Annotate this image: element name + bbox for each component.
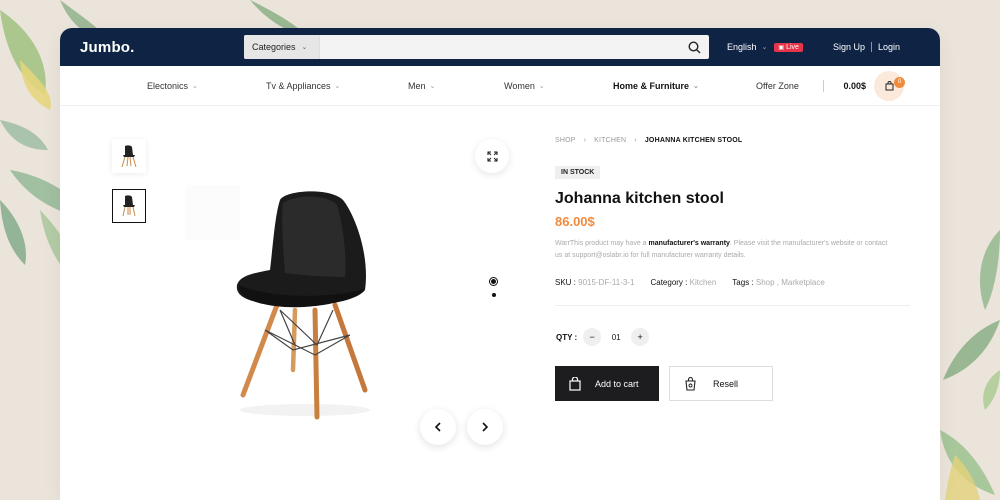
carousel-dot-active[interactable] (489, 277, 498, 286)
category-value[interactable]: Kitchen (690, 278, 717, 287)
chevron-down-icon: ⌄ (334, 82, 341, 90)
quantity-stepper: QTY : − 01 + (556, 328, 650, 346)
breadcrumb-item-shop[interactable]: SHOP (555, 137, 576, 144)
arrow-left-icon (434, 422, 441, 432)
chair-thumbnail-image (121, 145, 137, 168)
tags-value[interactable]: Shop , Marketplace (756, 278, 825, 287)
chevron-down-icon: ⌄ (761, 44, 768, 51)
breadcrumb-item-kitchen[interactable]: KITCHEN (594, 137, 626, 144)
signup-link[interactable]: Sign Up (833, 42, 865, 52)
nav-item-label: Tv & Appliances (266, 80, 331, 91)
product-thumbnail-1[interactable] (112, 139, 146, 173)
nav-item-label: Offer Zone (756, 80, 799, 91)
nav-item-label: Electonics (147, 80, 189, 91)
divider (555, 305, 910, 306)
live-badge-label: Live (786, 43, 799, 51)
resell-label: Resell (713, 378, 739, 389)
search-bar: Categories ⌄ (244, 35, 709, 59)
prev-image-button[interactable] (420, 409, 456, 445)
warranty-link[interactable]: manufacturer's warranty (649, 240, 730, 247)
expand-icon (486, 150, 498, 162)
top-right-links: English ⌄ ▣ Live Sign Up Login (727, 42, 900, 52)
next-image-button[interactable] (467, 409, 503, 445)
warranty-text-pre: WarrThis product may have a (555, 240, 649, 247)
resell-button[interactable]: Resell (669, 366, 773, 401)
category-select-label: Categories (252, 42, 296, 52)
breadcrumb: SHOP › KITCHEN › JOHANNA KITCHEN STOOL (555, 137, 742, 144)
shopping-bag-icon (569, 376, 581, 391)
category-label: Category : (650, 278, 688, 287)
zoom-button[interactable] (475, 139, 509, 173)
category: Category : Kitchen (650, 278, 716, 287)
nav-item-home-furniture[interactable]: Home & Furniture ⌄ (613, 81, 699, 91)
add-to-cart-label: Add to cart (595, 378, 639, 389)
chevron-down-icon: ⌄ (429, 82, 436, 90)
search-button[interactable] (679, 35, 709, 59)
sku-label: SKU : (555, 278, 576, 287)
live-badge[interactable]: ▣ Live (774, 42, 803, 52)
search-icon (687, 40, 700, 53)
product-meta: SKU : 9015-DF-11-3-1 Category : Kitchen … (555, 278, 825, 287)
chair-thumbnail-image (122, 195, 136, 217)
arrow-right-icon (482, 422, 489, 432)
image-placeholder-ghost (185, 185, 240, 240)
divider (870, 42, 872, 52)
qty-plus-button[interactable]: + (631, 328, 650, 346)
product-thumbnail-2[interactable] (112, 189, 146, 223)
product-title: Johanna kitchen stool (555, 190, 724, 207)
leaf-decoration-right (940, 230, 1000, 500)
nav-item-label: Women (504, 80, 535, 91)
nav-item-label: Home & Furniture (613, 80, 690, 91)
logo[interactable]: Jumbo. (80, 39, 244, 56)
chevron-down-icon: ⌄ (301, 44, 308, 51)
cart-button[interactable]: 0 (874, 70, 905, 101)
chevron-down-icon: ⌄ (693, 82, 699, 90)
chevron-down-icon: ⌄ (538, 82, 545, 90)
gift-bag-icon (685, 376, 696, 391)
login-link[interactable]: Login (878, 42, 900, 52)
live-icon: ▣ (778, 44, 785, 51)
nav-item-label: Men (408, 80, 426, 91)
top-bar: Jumbo. Categories ⌄ English ⌄ ▣ Live Sig… (60, 28, 940, 66)
search-input[interactable] (320, 35, 679, 59)
product-image-chair (236, 191, 370, 420)
warranty-text: WarrThis product may have a manufacturer… (555, 238, 895, 262)
nav-item-women[interactable]: Women ⌄ (504, 81, 545, 91)
nav-item-tv-appliances[interactable]: Tv & Appliances ⌄ (266, 81, 340, 91)
cart-count-badge: 0 (894, 76, 905, 88)
sku: SKU : 9015-DF-11-3-1 (555, 278, 634, 287)
auth-links: Sign Up Login (833, 42, 900, 52)
qty-value[interactable]: 01 (607, 333, 625, 342)
qty-minus-button[interactable]: − (583, 328, 602, 346)
carousel-dot[interactable] (492, 293, 496, 297)
cart-total: 0.00$ (843, 80, 866, 91)
cart-icon (885, 80, 893, 90)
product-price: 86.00$ (555, 214, 595, 229)
qty-label: QTY : (556, 332, 578, 342)
tags-label: Tags : (732, 278, 754, 287)
cart-area: 0.00$ 0 (843, 70, 905, 101)
nav-item-offer-zone[interactable]: Offer Zone (756, 81, 799, 91)
chevron-right-icon: › (634, 137, 637, 144)
language-label: English (727, 42, 757, 52)
stock-badge: IN STOCK (555, 166, 601, 179)
language-select[interactable]: English ⌄ (727, 42, 767, 52)
category-select[interactable]: Categories ⌄ (244, 35, 320, 59)
nav-item-men[interactable]: Men ⌄ (408, 81, 435, 91)
divider (823, 79, 824, 92)
sku-value: 9015-DF-11-3-1 (578, 278, 635, 287)
category-nav: Electonics ⌄ Tv & Appliances ⌄ Men ⌄ Wom… (60, 66, 940, 106)
nav-item-electronics[interactable]: Electonics ⌄ (147, 81, 198, 91)
chevron-down-icon: ⌄ (192, 82, 198, 90)
chevron-right-icon: › (583, 137, 587, 144)
tags: Tags : Shop , Marketplace (732, 278, 825, 287)
add-to-cart-button[interactable]: Add to cart (555, 366, 659, 401)
breadcrumb-current: JOHANNA KITCHEN STOOL (644, 137, 743, 144)
